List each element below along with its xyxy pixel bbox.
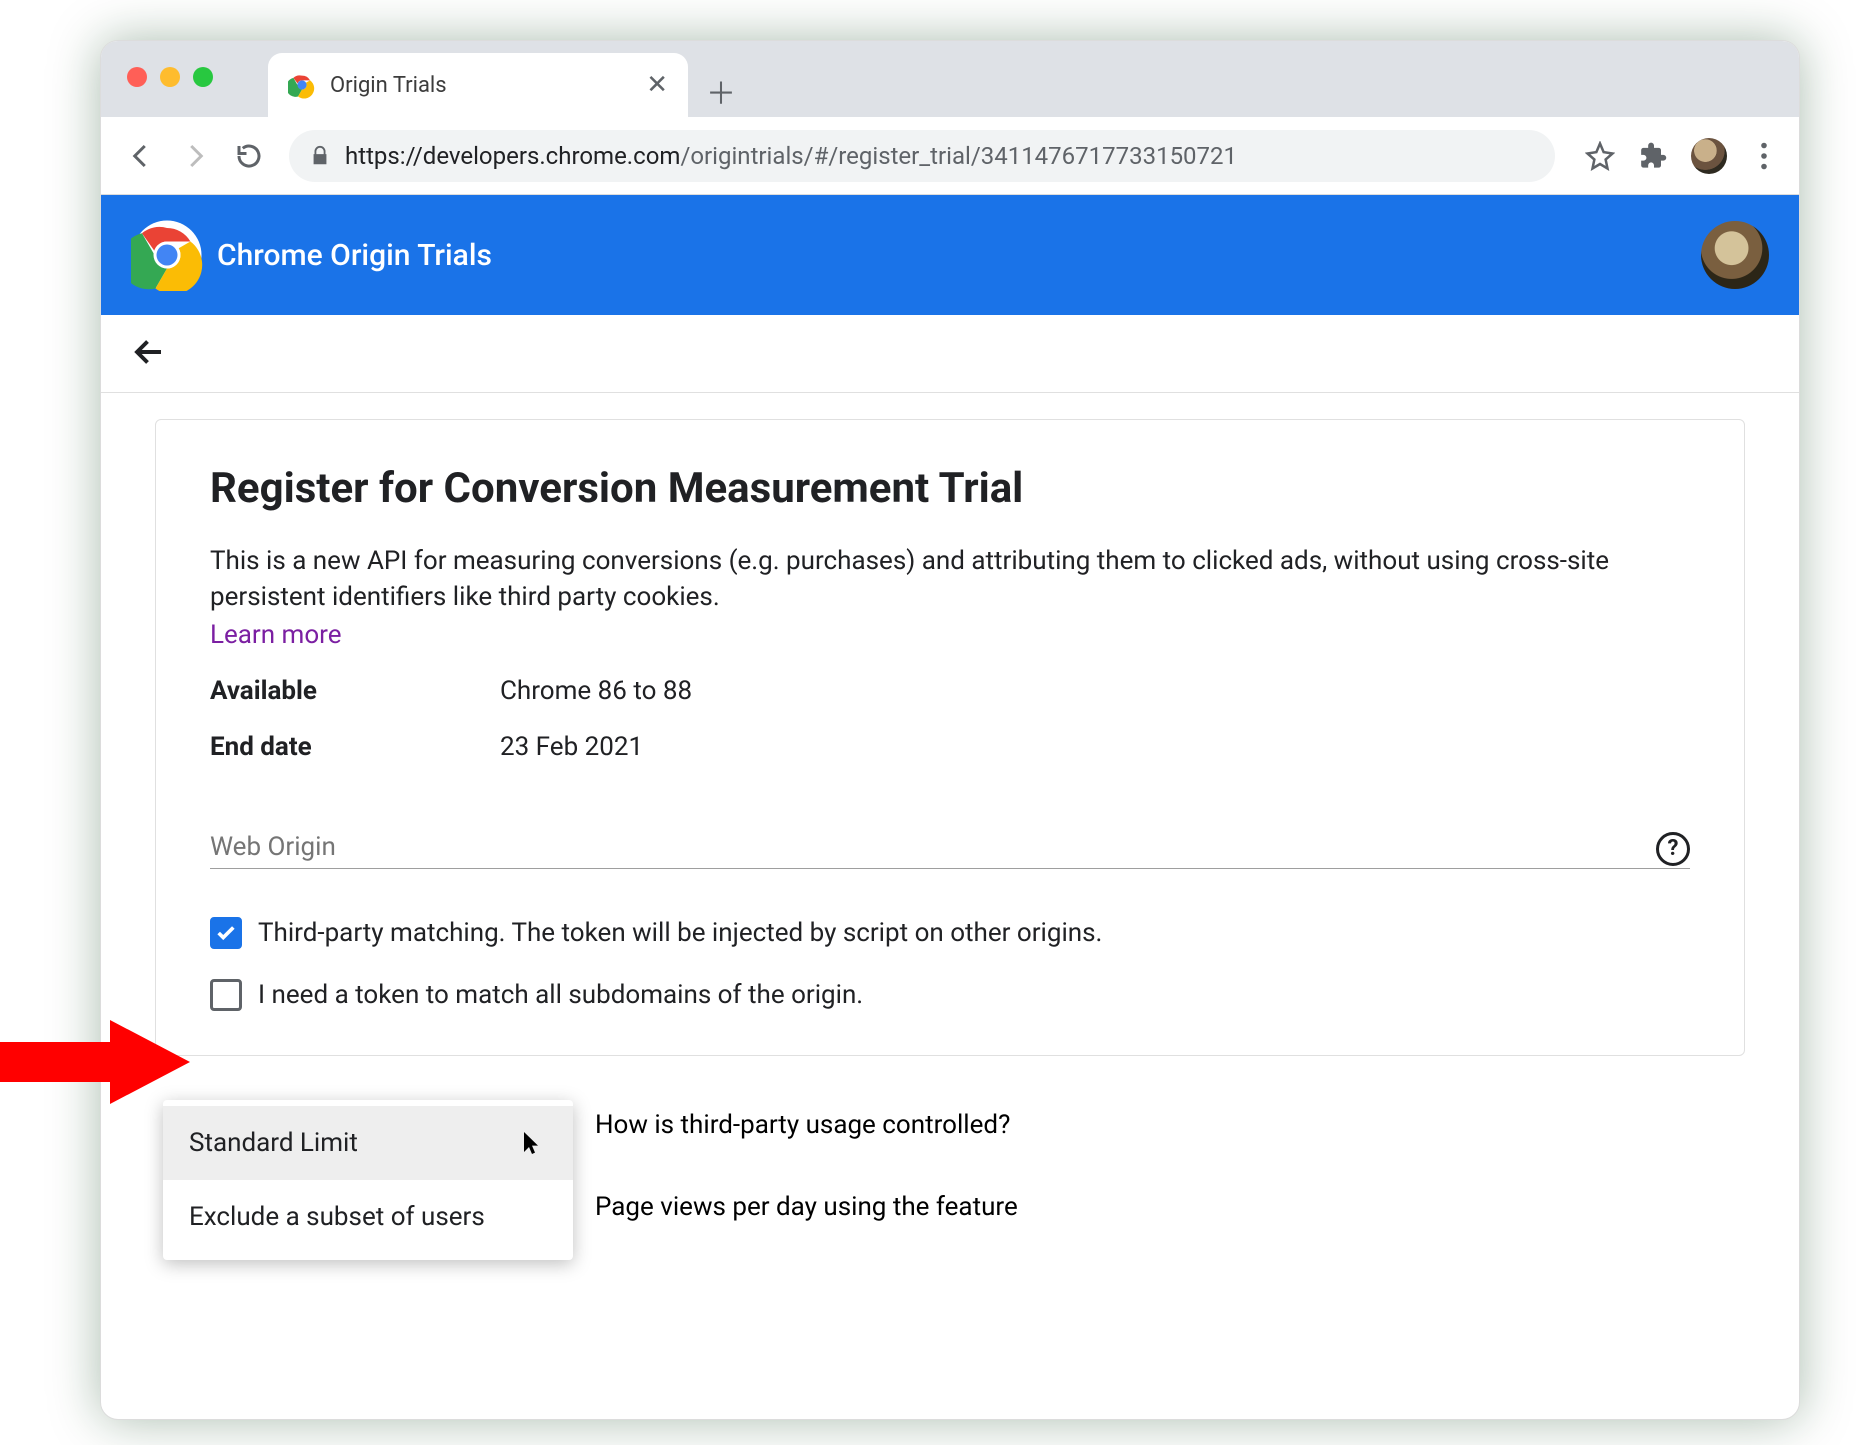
subdomain-checkbox-row[interactable]: I need a token to match all subdomains o…	[210, 979, 1690, 1011]
registration-card: Register for Conversion Measurement Tria…	[155, 419, 1745, 1056]
help-icon[interactable]: ?	[1656, 832, 1690, 866]
learn-more-link[interactable]: Learn more	[210, 620, 1690, 650]
available-label: Available	[210, 676, 500, 706]
dropdown-option-standard[interactable]: Standard Limit	[163, 1106, 573, 1180]
third-party-checkbox[interactable]	[210, 917, 242, 949]
browser-tab[interactable]: Origin Trials ✕	[268, 53, 688, 117]
toolbar-actions	[1583, 138, 1781, 174]
new-tab-icon[interactable]: ＋	[706, 69, 736, 113]
page-back-icon[interactable]	[131, 334, 167, 374]
dropdown-option-exclude[interactable]: Exclude a subset of users	[163, 1180, 573, 1254]
back-button[interactable]	[119, 134, 163, 178]
bookmark-icon[interactable]	[1583, 139, 1617, 173]
web-origin-field[interactable]: Web Origin ?	[210, 832, 1690, 869]
subdomain-checkbox[interactable]	[210, 979, 242, 1011]
enddate-label: End date	[210, 732, 500, 762]
enddate-value: 23 Feb 2021	[500, 732, 643, 762]
browser-window: Origin Trials ✕ ＋ https://developers.chr…	[100, 40, 1800, 1420]
profile-avatar-large[interactable]	[1701, 221, 1769, 289]
tab-title: Origin Trials	[330, 73, 632, 98]
lock-icon	[309, 145, 331, 167]
third-party-label: Third-party matching. The token will be …	[258, 918, 1102, 948]
app-header: Chrome Origin Trials	[101, 195, 1799, 315]
sub-header	[101, 315, 1799, 393]
toolbar: https://developers.chrome.com/origintria…	[101, 117, 1799, 195]
page-description: This is a new API for measuring conversi…	[210, 543, 1690, 616]
third-party-checkbox-row[interactable]: Third-party matching. The token will be …	[210, 917, 1690, 949]
annotation-arrow-icon	[0, 1012, 200, 1112]
mouse-cursor-icon	[521, 1130, 543, 1158]
maximize-window-icon[interactable]	[193, 67, 213, 87]
chrome-favicon-icon	[288, 71, 316, 99]
kebab-menu-icon[interactable]	[1747, 139, 1781, 173]
extensions-icon[interactable]	[1637, 139, 1671, 173]
page-heading: Register for Conversion Measurement Tria…	[210, 464, 1690, 513]
tab-close-icon[interactable]: ✕	[646, 70, 668, 100]
forward-button[interactable]	[173, 134, 217, 178]
chrome-logo-icon	[131, 219, 203, 291]
usage-section: Standard Limit Exclude a subset of users…	[155, 1110, 1745, 1222]
usage-limit-dropdown[interactable]: Standard Limit Exclude a subset of users	[163, 1100, 573, 1260]
reload-button[interactable]	[227, 134, 271, 178]
subdomain-label: I need a token to match all subdomains o…	[258, 980, 863, 1010]
profile-avatar-small[interactable]	[1691, 138, 1727, 174]
window-controls	[101, 41, 213, 87]
pageviews-label: Page views per day using the feature	[595, 1192, 1745, 1222]
address-bar[interactable]: https://developers.chrome.com/origintria…	[289, 130, 1555, 182]
available-value: Chrome 86 to 88	[500, 676, 692, 706]
app-title: Chrome Origin Trials	[217, 238, 492, 273]
usage-question: How is third-party usage controlled?	[595, 1110, 1745, 1140]
close-window-icon[interactable]	[127, 67, 147, 87]
minimize-window-icon[interactable]	[160, 67, 180, 87]
titlebar: Origin Trials ✕ ＋	[101, 41, 1799, 117]
web-origin-placeholder: Web Origin	[210, 832, 1644, 862]
url-text: https://developers.chrome.com/origintria…	[345, 142, 1237, 170]
